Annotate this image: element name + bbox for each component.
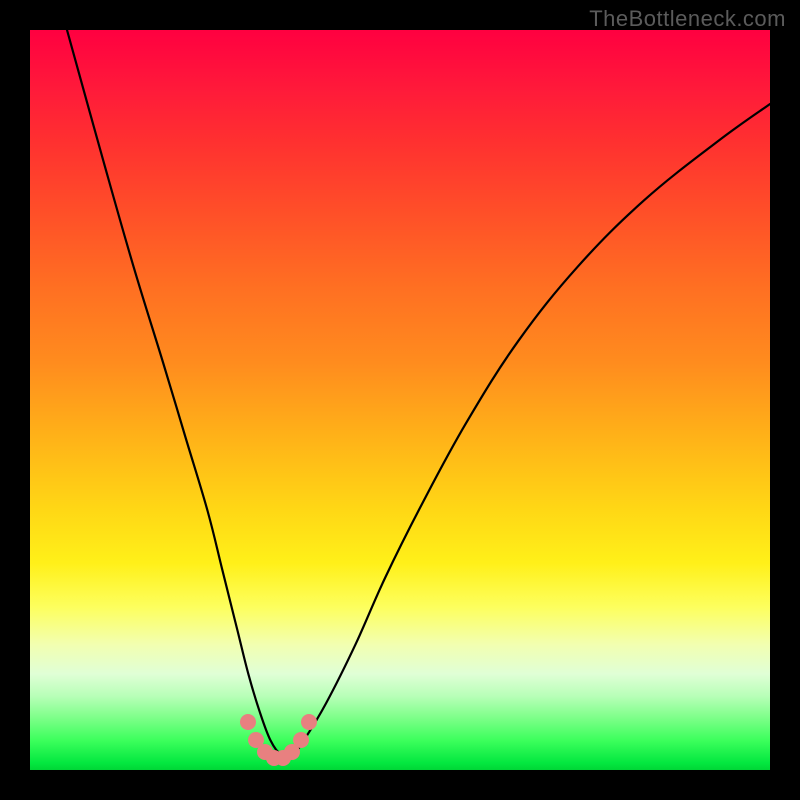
optimum-markers [30,30,770,770]
optimum-marker [301,714,317,730]
chart-frame: TheBottleneck.com [0,0,800,800]
optimum-marker [293,732,309,748]
plot-area [30,30,770,770]
attribution-text: TheBottleneck.com [589,6,786,32]
optimum-marker [240,714,256,730]
